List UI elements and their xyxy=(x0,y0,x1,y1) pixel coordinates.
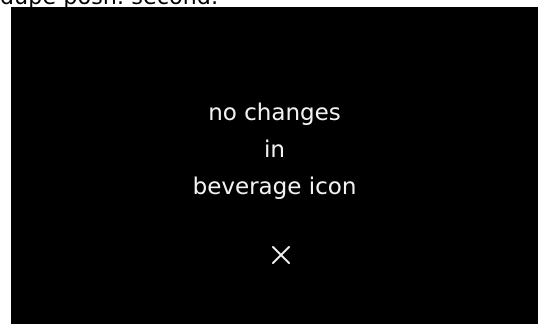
message-line-2: in xyxy=(264,137,285,163)
close-icon xyxy=(272,246,290,264)
status-message: no changes in beverage icon xyxy=(11,95,538,206)
message-line-3: beverage icon xyxy=(192,174,357,200)
message-line-1: no changes xyxy=(208,100,341,126)
page: dupe posh. second. no changes in beverag… xyxy=(0,0,548,331)
device-screen: no changes in beverage icon xyxy=(11,7,538,324)
close-button[interactable] xyxy=(271,245,291,265)
